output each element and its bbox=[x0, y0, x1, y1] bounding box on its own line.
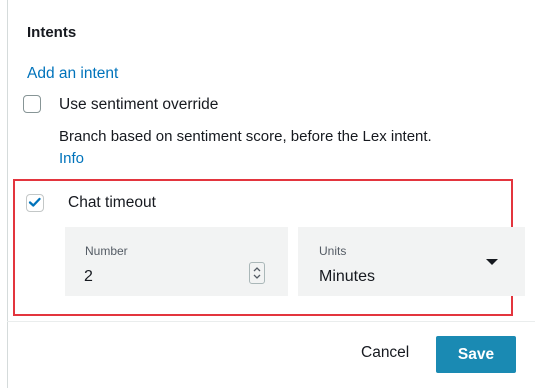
units-field-value[interactable]: Minutes bbox=[319, 268, 375, 286]
info-link[interactable]: Info bbox=[59, 150, 84, 167]
save-button[interactable]: Save bbox=[436, 336, 516, 373]
number-field[interactable]: Number 2 bbox=[65, 227, 288, 296]
caret-down-icon[interactable] bbox=[485, 258, 499, 266]
chat-timeout-checkbox[interactable] bbox=[26, 194, 44, 212]
add-intent-link[interactable]: Add an intent bbox=[27, 65, 118, 83]
stepper-icon[interactable] bbox=[249, 262, 265, 284]
section-title: Intents bbox=[27, 24, 77, 41]
sentiment-override-label[interactable]: Use sentiment override bbox=[59, 96, 218, 114]
cancel-button[interactable]: Cancel bbox=[361, 344, 409, 362]
checkmark-icon bbox=[28, 197, 41, 207]
sentiment-override-checkbox[interactable] bbox=[23, 95, 41, 113]
sentiment-description: Branch based on sentiment score, before … bbox=[59, 128, 432, 145]
number-field-value[interactable]: 2 bbox=[84, 268, 93, 286]
chat-timeout-label[interactable]: Chat timeout bbox=[68, 194, 156, 212]
units-select[interactable]: Units Minutes bbox=[298, 227, 525, 296]
units-field-label: Units bbox=[319, 244, 347, 258]
number-field-label: Number bbox=[85, 244, 128, 258]
footer-divider bbox=[7, 321, 535, 322]
